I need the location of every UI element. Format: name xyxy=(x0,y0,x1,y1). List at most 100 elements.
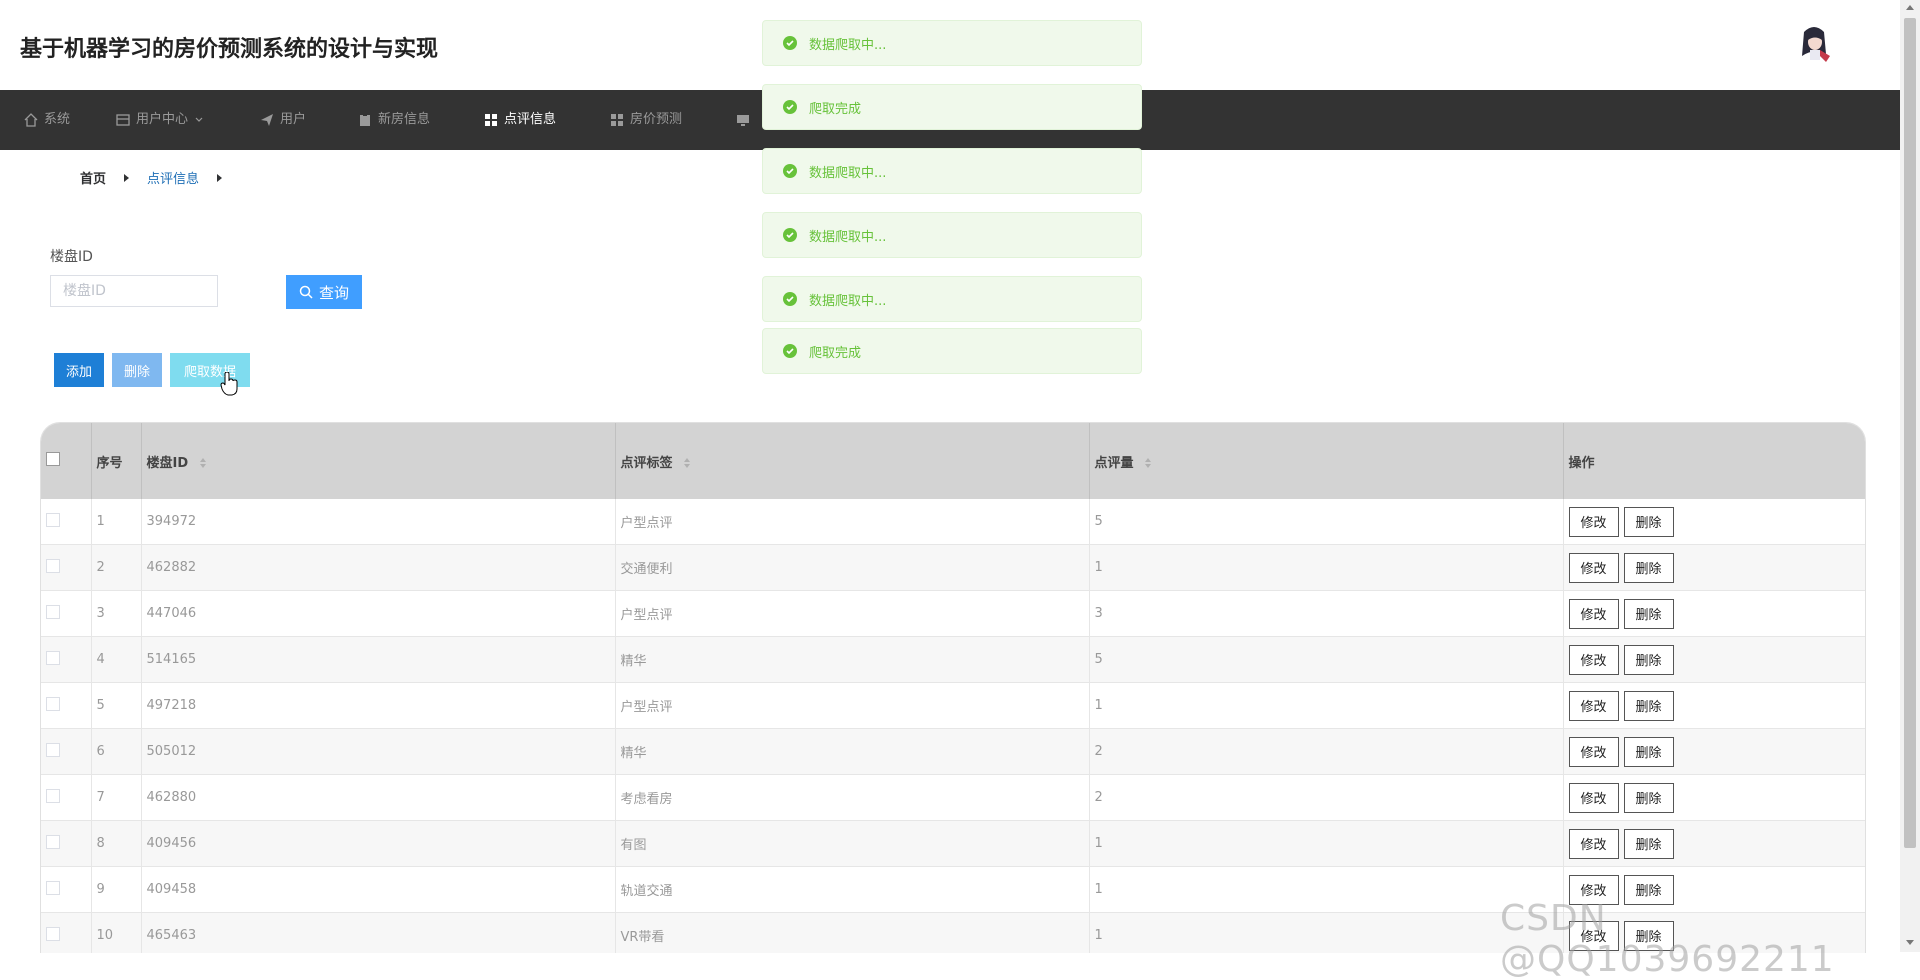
checkbox[interactable] xyxy=(46,604,60,619)
cell-ops: 修改 删除 xyxy=(1563,544,1865,591)
header-tag[interactable]: 点评标签 xyxy=(615,423,1090,499)
nav-item-system[interactable]: 系统 xyxy=(24,90,70,150)
row-select[interactable] xyxy=(41,544,92,591)
cell-index: 5 xyxy=(91,682,142,729)
grid-icon xyxy=(611,114,623,126)
table-row: 7 462880 考虑看房 2 修改 删除 xyxy=(41,774,1865,821)
cell-count: 5 xyxy=(1089,636,1564,683)
row-select[interactable] xyxy=(41,682,92,729)
cell-ops: 修改 删除 xyxy=(1563,682,1865,729)
nav-item-user[interactable]: 用户 xyxy=(260,90,306,150)
search-button[interactable]: 查询 xyxy=(286,275,362,309)
cell-index: 8 xyxy=(91,820,142,867)
edit-button[interactable]: 修改 xyxy=(1568,690,1619,721)
cell-tag: 户型点评 xyxy=(615,682,1090,729)
row-select[interactable] xyxy=(41,866,92,913)
delete-row-button[interactable]: 删除 xyxy=(1623,598,1674,629)
nav-item-label: 用户中心 xyxy=(136,112,189,127)
filter-label: 楼盘ID xyxy=(50,249,93,265)
cell-building-id: 409458 xyxy=(141,866,616,913)
batch-delete-button[interactable]: 删除 xyxy=(112,353,162,387)
nav-item-review[interactable]: 点评信息 xyxy=(484,90,556,150)
delete-row-button[interactable]: 删除 xyxy=(1623,828,1674,859)
edit-button[interactable]: 修改 xyxy=(1568,736,1619,767)
nav-item-label: 用户 xyxy=(280,112,307,127)
cell-building-id: 409456 xyxy=(141,820,616,867)
delete-row-button[interactable]: 删除 xyxy=(1623,690,1674,721)
success-check-icon xyxy=(783,228,797,242)
row-select[interactable] xyxy=(41,820,92,867)
edit-button[interactable]: 修改 xyxy=(1568,506,1619,537)
edit-button[interactable]: 修改 xyxy=(1568,828,1619,859)
toast-text: 数据爬取中... xyxy=(809,37,887,53)
checkbox[interactable] xyxy=(46,696,60,711)
sort-icon[interactable] xyxy=(199,457,207,469)
nav-item-user-center[interactable]: 用户中心 xyxy=(116,90,204,150)
checkbox[interactable] xyxy=(46,558,60,573)
row-select[interactable] xyxy=(41,590,92,637)
checkbox[interactable] xyxy=(46,926,60,941)
cell-index: 9 xyxy=(91,866,142,913)
row-select[interactable] xyxy=(41,636,92,683)
cell-building-id: 462882 xyxy=(141,544,616,591)
checkbox[interactable] xyxy=(46,880,60,895)
add-button[interactable]: 添加 xyxy=(54,353,104,387)
nav-item-price-predict[interactable]: 房价预测 xyxy=(610,90,682,150)
cell-building-id: 394972 xyxy=(141,499,616,545)
row-select[interactable] xyxy=(41,499,92,545)
cell-index: 10 xyxy=(91,912,142,953)
checkbox[interactable] xyxy=(46,742,60,757)
sort-icon[interactable] xyxy=(683,457,691,469)
checkbox[interactable] xyxy=(46,788,60,803)
cell-tag: 交通便利 xyxy=(615,544,1090,591)
cell-count: 2 xyxy=(1089,774,1564,821)
header-count[interactable]: 点评量 xyxy=(1089,423,1564,499)
search-button-label: 查询 xyxy=(318,284,349,302)
header-ops: 操作 xyxy=(1563,423,1865,499)
breadcrumb: 首页 点评信息 xyxy=(80,168,240,187)
cell-index: 1 xyxy=(91,499,142,545)
breadcrumb-current[interactable]: 点评信息 xyxy=(147,168,199,187)
cell-tag: 户型点评 xyxy=(615,499,1090,545)
delete-row-button[interactable]: 删除 xyxy=(1623,782,1674,813)
page-scrollbar[interactable] xyxy=(1900,0,1920,952)
cell-count: 5 xyxy=(1089,499,1564,545)
delete-row-button[interactable]: 删除 xyxy=(1623,506,1674,537)
edit-button[interactable]: 修改 xyxy=(1568,598,1619,629)
breadcrumb-home[interactable]: 首页 xyxy=(80,168,106,187)
delete-row-button[interactable]: 删除 xyxy=(1623,736,1674,767)
home-icon xyxy=(24,113,38,127)
scroll-up-icon[interactable] xyxy=(1906,5,1914,10)
nav-item-new-house[interactable]: 新房信息 xyxy=(358,90,430,150)
edit-button[interactable]: 修改 xyxy=(1568,552,1619,583)
checkbox[interactable] xyxy=(46,452,60,466)
row-select[interactable] xyxy=(41,774,92,821)
sort-icon[interactable] xyxy=(1144,457,1152,469)
cell-count: 1 xyxy=(1089,544,1564,591)
avatar[interactable] xyxy=(1796,24,1832,64)
send-icon xyxy=(261,114,273,126)
header-building-id[interactable]: 楼盘ID xyxy=(141,423,616,499)
delete-row-button[interactable]: 删除 xyxy=(1623,552,1674,583)
table-row: 1 394972 户型点评 5 修改 删除 xyxy=(41,499,1865,545)
checkbox[interactable] xyxy=(46,650,60,665)
cell-building-id: 505012 xyxy=(141,728,616,775)
header-select-all[interactable] xyxy=(41,423,92,499)
table-header-row: 序号 楼盘ID 点评标签 点评量 操作 xyxy=(41,423,1865,499)
toast-text: 数据爬取中... xyxy=(809,229,887,245)
scroll-thumb[interactable] xyxy=(1904,18,1916,848)
cell-building-id: 447046 xyxy=(141,590,616,637)
edit-button[interactable]: 修改 xyxy=(1568,644,1619,675)
toast-text: 爬取完成 xyxy=(809,345,862,361)
building-id-input[interactable] xyxy=(50,275,218,307)
checkbox[interactable] xyxy=(46,512,60,527)
breadcrumb-separator-icon xyxy=(217,173,223,182)
delete-row-button[interactable]: 删除 xyxy=(1623,644,1674,675)
crawl-data-button[interactable]: 爬取数据 xyxy=(170,353,250,387)
row-select[interactable] xyxy=(41,912,92,953)
checkbox[interactable] xyxy=(46,834,60,849)
row-select[interactable] xyxy=(41,728,92,775)
table-row: 2 462882 交通便利 1 修改 删除 xyxy=(41,544,1865,591)
nav-item-more[interactable] xyxy=(736,90,750,150)
edit-button[interactable]: 修改 xyxy=(1568,782,1619,813)
